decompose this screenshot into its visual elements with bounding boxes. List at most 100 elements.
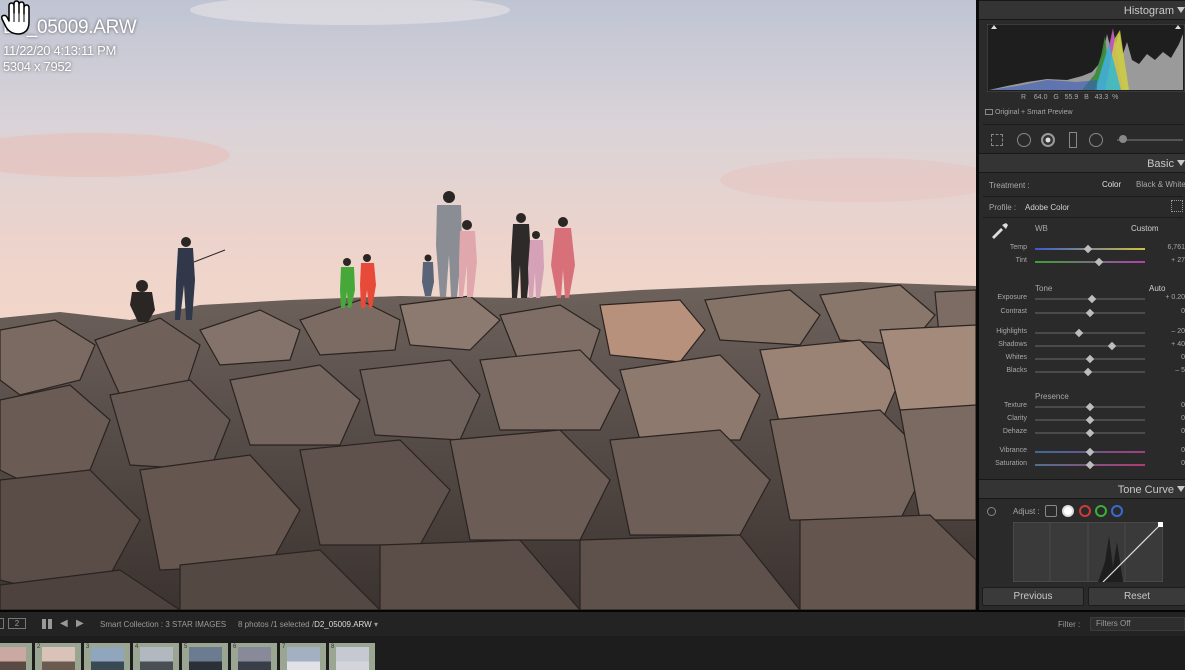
slider-value-texture[interactable]: 0 — [1181, 402, 1185, 409]
filmstrip-thumbnail[interactable]: 6 — [231, 643, 277, 670]
rgb-g-value: 55.9 — [1064, 94, 1079, 101]
slider-track-tint[interactable] — [1035, 261, 1145, 263]
grid-view-icon[interactable] — [42, 619, 52, 629]
photo-dimensions: 5304 x 7952 — [3, 59, 72, 74]
photo-preview[interactable]: D2_05009.ARW 11/22/20 4:13:11 PM 5304 x … — [0, 0, 976, 610]
graduated-filter-icon[interactable] — [1069, 132, 1077, 148]
filmstrip-thumbnail[interactable]: 2 — [35, 643, 81, 670]
slider-handle-saturation[interactable] — [1085, 460, 1095, 470]
slider-label-saturation: Saturation — [995, 460, 1027, 467]
wb-eyedropper-icon[interactable] — [989, 220, 1009, 240]
wb-dropdown[interactable]: Custom — [1131, 224, 1159, 233]
collection-source[interactable]: Smart Collection : 3 STAR IMAGES — [100, 620, 226, 629]
filmstrip-thumbnail[interactable]: 8 — [329, 643, 375, 670]
tone-curve-header[interactable]: Tone Curve — [979, 479, 1185, 499]
slider-handle-texture[interactable] — [1085, 402, 1095, 412]
slider-value-highlights[interactable]: – 20 — [1171, 328, 1185, 335]
histogram-graph[interactable] — [987, 24, 1185, 92]
collapse-triangle-icon[interactable] — [1177, 486, 1185, 492]
slider-value-exposure[interactable]: + 0.20 — [1165, 294, 1185, 301]
slider-label-tint: Tint — [1015, 257, 1027, 264]
filmstrip: 2 ◀ ▶ Smart Collection : 3 STAR IMAGES 8… — [0, 610, 1185, 670]
redeye-icon[interactable] — [1041, 133, 1055, 147]
thumbnail-image — [0, 647, 26, 670]
slider-track-shadows[interactable] — [1035, 345, 1145, 347]
slider-handle-vibrance[interactable] — [1085, 447, 1095, 457]
filmstrip-thumbnail[interactable]: 5 — [182, 643, 228, 670]
forward-arrow-icon[interactable]: ▶ — [76, 618, 84, 629]
preview-status: Original + Smart Preview — [994, 109, 1073, 116]
screen-one-button[interactable] — [0, 618, 4, 629]
thumbnail-index: 4 — [135, 644, 139, 650]
slider-value-blacks[interactable]: – 5 — [1175, 367, 1185, 374]
slider-value-temp[interactable]: 6,761 — [1167, 244, 1185, 251]
slider-track-highlights[interactable] — [1035, 332, 1145, 334]
thumbnail-image — [238, 647, 271, 670]
profile-browser-icon[interactable] — [1171, 200, 1183, 212]
slider-handle-clarity[interactable] — [1085, 415, 1095, 425]
filmstrip-thumbnail[interactable]: 1 — [0, 643, 32, 670]
slider-label-shadows: Shadows — [998, 341, 1027, 348]
slider-handle-exposure[interactable] — [1087, 294, 1097, 304]
filter-dropdown[interactable]: Filters Off — [1090, 617, 1185, 631]
tone-curve-adjust-label: Adjust : — [1013, 507, 1040, 516]
spot-removal-icon[interactable] — [1017, 133, 1031, 147]
slider-value-tint[interactable]: + 27 — [1171, 257, 1185, 264]
filmstrip-toolbar: 2 ◀ ▶ Smart Collection : 3 STAR IMAGES 8… — [0, 612, 1185, 636]
slider-handle-temp[interactable] — [1083, 244, 1093, 254]
slider-handle-whites[interactable] — [1085, 354, 1095, 364]
tone-curve-graph[interactable] — [1013, 522, 1163, 582]
parametric-curve-icon[interactable] — [1045, 505, 1057, 517]
blue-channel-icon[interactable] — [1111, 505, 1123, 517]
slider-label-texture: Texture — [1004, 402, 1027, 409]
slider-value-dehaze[interactable]: 0 — [1181, 428, 1185, 435]
histogram-title: Histogram — [1123, 5, 1174, 17]
thumbnail-index: 7 — [282, 644, 286, 650]
slider-value-whites[interactable]: 0 — [1181, 354, 1185, 361]
thumbnail-image — [42, 647, 75, 670]
slider-label-dehaze: Dehaze — [1002, 428, 1027, 435]
filmstrip-thumbnail[interactable]: 3 — [84, 643, 130, 670]
basic-header[interactable]: Basic — [979, 153, 1185, 173]
filmstrip-thumbnail[interactable]: 4 — [133, 643, 179, 670]
slider-handle-dehaze[interactable] — [1085, 428, 1095, 438]
back-arrow-icon[interactable]: ◀ — [60, 618, 68, 629]
slider-label-exposure: Exposure — [997, 294, 1027, 301]
slider-handle-highlights[interactable] — [1074, 328, 1084, 338]
filename-dropdown-icon[interactable]: ▾ — [374, 620, 378, 629]
screen-two-button[interactable]: 2 — [8, 618, 26, 629]
slider-value-shadows[interactable]: + 40 — [1171, 341, 1185, 348]
thumbnail-image — [287, 647, 320, 670]
previous-button[interactable]: Previous — [982, 587, 1084, 606]
rgb-r-value: 64.0 — [1033, 94, 1048, 101]
thumbnail-image — [140, 647, 173, 670]
slider-value-clarity[interactable]: 0 — [1181, 415, 1185, 422]
slider-handle-tint[interactable] — [1094, 257, 1104, 267]
radial-filter-icon[interactable] — [1089, 133, 1103, 147]
collapse-triangle-icon[interactable] — [1177, 160, 1185, 166]
slider-handle-contrast[interactable] — [1085, 308, 1095, 318]
slider-handle-blacks[interactable] — [1083, 367, 1093, 377]
red-channel-icon[interactable] — [1079, 505, 1091, 517]
profile-dropdown[interactable]: Adobe Color — [1025, 203, 1069, 212]
point-curve-rgb-icon[interactable] — [1062, 505, 1074, 517]
target-adjust-icon[interactable] — [987, 507, 996, 516]
histogram-header[interactable]: Histogram — [979, 0, 1185, 20]
slider-value-contrast[interactable]: 0 — [1181, 308, 1185, 315]
treatment-color-option[interactable]: Color — [1102, 180, 1121, 189]
reset-button[interactable]: Reset — [1088, 587, 1185, 606]
treatment-bw-option[interactable]: Black & White — [1136, 180, 1185, 189]
crop-tool-icon[interactable] — [991, 134, 1003, 146]
selected-filename[interactable]: D2_05009.ARW — [314, 620, 372, 629]
filmstrip-thumbnail[interactable]: 7 — [280, 643, 326, 670]
collapse-triangle-icon[interactable] — [1177, 7, 1185, 13]
rgb-b-label: B — [1084, 94, 1089, 101]
slider-handle-shadows[interactable] — [1107, 341, 1117, 351]
green-channel-icon[interactable] — [1095, 505, 1107, 517]
slider-label-blacks: Blacks — [1006, 367, 1027, 374]
slider-value-saturation[interactable]: 0 — [1181, 460, 1185, 467]
tone-auto-button[interactable]: Auto — [1149, 284, 1165, 293]
brush-size-handle[interactable] — [1119, 135, 1127, 143]
slider-value-vibrance[interactable]: 0 — [1181, 447, 1185, 454]
slider-label-vibrance: Vibrance — [999, 447, 1027, 454]
